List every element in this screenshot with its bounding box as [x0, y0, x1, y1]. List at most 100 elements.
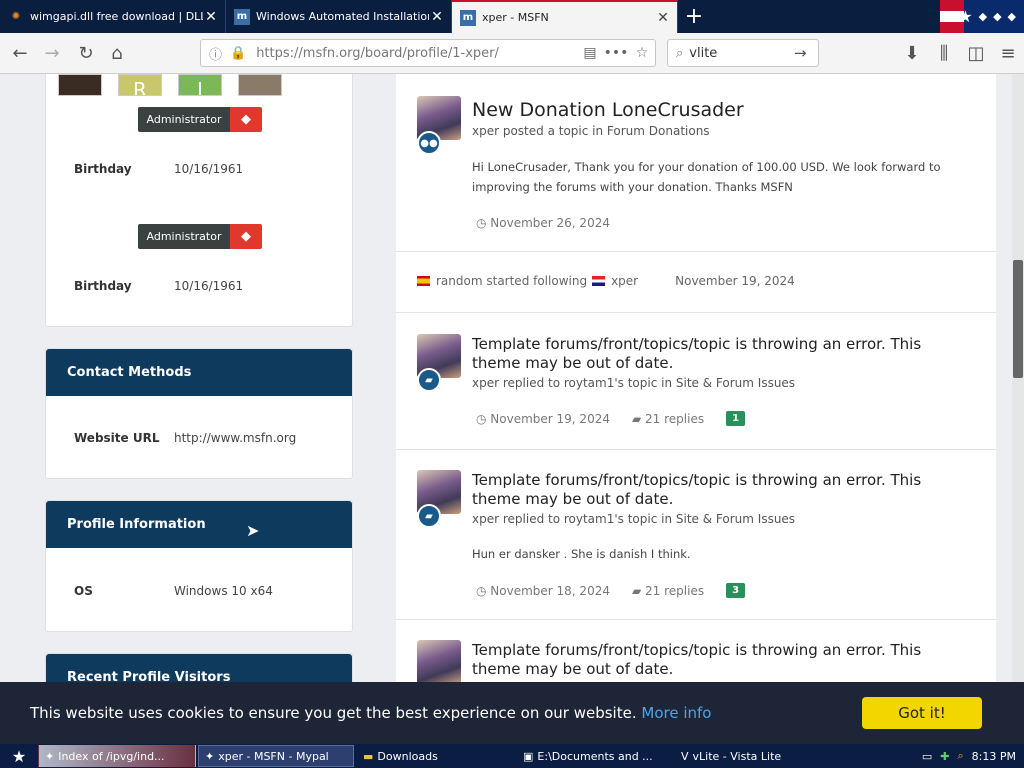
- tab-bar-fill: [710, 0, 940, 33]
- avatar[interactable]: R: [118, 74, 162, 96]
- post-subtitle: xper replied to roytam1's topic in Site …: [472, 376, 796, 390]
- close-icon[interactable]: ✕: [203, 9, 219, 25]
- user-avatar[interactable]: [417, 640, 461, 682]
- post-date: ◷ November 18, 2024: [476, 584, 610, 598]
- url-text[interactable]: https://msfn.org/board/profile/1-xper/: [256, 46, 577, 61]
- card-title: Contact Methods: [46, 349, 352, 396]
- page-actions-icon[interactable]: •••: [603, 45, 629, 61]
- field-label: Website URL: [74, 431, 160, 445]
- follow-target-link[interactable]: xper: [611, 274, 638, 288]
- back-button[interactable]: ←: [4, 37, 36, 69]
- library-button[interactable]: ⫼: [928, 38, 960, 70]
- post-date: ◷ November 26, 2024: [476, 216, 610, 230]
- website-link[interactable]: http://www.msfn.org: [174, 431, 296, 445]
- star-icon: ★: [11, 746, 27, 766]
- post-title-link[interactable]: Template forums/front/topics/topic is th…: [472, 471, 972, 509]
- field-label: Birthday: [74, 162, 132, 176]
- more-info-link[interactable]: More info: [641, 704, 711, 722]
- tab-title: Windows Automated Installation K: [256, 10, 429, 23]
- avatar[interactable]: I: [178, 74, 222, 96]
- home-button[interactable]: ⌂: [101, 37, 133, 69]
- tab-wimgapi[interactable]: ✺ wimgapi.dll free download | DLL-fil ✕: [0, 0, 226, 33]
- mouse-cursor: ➤: [246, 521, 260, 540]
- feed-item-reply: Template forums/front/topics/topic is th…: [396, 620, 996, 682]
- gear-icon: ✺: [11, 11, 21, 22]
- search-value[interactable]: vlite: [689, 46, 794, 61]
- os-row: OS Windows 10 x64: [46, 584, 273, 598]
- card-title: Recent Profile Visitors: [46, 654, 352, 682]
- badge-label: Administrator: [138, 107, 230, 132]
- clock-icon: ◷: [476, 583, 491, 598]
- star-icon: ★: [958, 7, 973, 26]
- croatia-flag-icon: [592, 276, 606, 286]
- taskbar-item[interactable]: ✦ Index of /ipvg/ind...: [38, 745, 196, 767]
- url-bar[interactable]: ⓘ 🔒 https://msfn.org/board/profile/1-xpe…: [200, 39, 656, 67]
- close-icon[interactable]: ✕: [429, 9, 445, 25]
- taskbar-item[interactable]: ▬ Downloads: [356, 745, 514, 767]
- search-go-icon[interactable]: →: [794, 44, 818, 62]
- msfn-icon: m: [460, 9, 476, 26]
- group-badge: Administrator ◆: [138, 107, 262, 132]
- bookmark-star-icon[interactable]: ☆: [629, 45, 655, 61]
- post-title-link[interactable]: Template forums/front/topics/topic is th…: [472, 335, 972, 373]
- nav-bar: ← → ↻ ⌂ ⓘ 🔒 https://msfn.org/board/profi…: [0, 33, 1024, 74]
- search-tray-icon[interactable]: ⌕: [958, 749, 964, 763]
- taskbar-item[interactable]: V vLite - Vista Lite: [674, 745, 834, 767]
- new-tab-button[interactable]: +: [678, 0, 710, 33]
- close-icon[interactable]: ✕: [655, 10, 671, 26]
- tab-title: wimgapi.dll free download | DLL-fil: [30, 10, 203, 23]
- start-button[interactable]: ★: [0, 744, 38, 768]
- clock-icon: ◷: [476, 216, 491, 230]
- clock[interactable]: 8:13 PM: [972, 750, 1016, 763]
- diamond-icon: ◆: [230, 107, 262, 132]
- post-body: Hun er dansker . She is danish I think.: [472, 547, 691, 561]
- lock-icon[interactable]: 🔒: [230, 46, 246, 61]
- post-date: ◷ November 19, 2024: [476, 412, 610, 426]
- scrollbar-thumb[interactable]: [1013, 260, 1023, 378]
- minimize-icon[interactable]: ◆: [979, 10, 987, 23]
- avatar[interactable]: [238, 74, 282, 96]
- sidebar-button[interactable]: ◫: [960, 38, 992, 70]
- birthday-row: Birthday 10/16/1961: [46, 278, 243, 294]
- feed-item-reply: ▰ Template forums/front/topics/topic is …: [396, 450, 996, 620]
- folder-icon: ▬: [363, 749, 374, 763]
- cookie-message: This website uses cookies to ensure you …: [30, 704, 862, 722]
- count-badge: 1: [726, 411, 746, 426]
- home-icon: ⌂: [111, 42, 123, 64]
- taskbar-item[interactable]: ✦ xper - MSFN - Mypal: [198, 745, 354, 767]
- got-it-button[interactable]: Got it!: [862, 697, 982, 729]
- forward-button[interactable]: →: [36, 37, 68, 69]
- network-icon[interactable]: ✚: [940, 750, 949, 763]
- field-label: OS: [74, 584, 93, 598]
- hamburger-icon: ≡: [1000, 43, 1016, 64]
- taskbar-item[interactable]: ▣ E:\Documents and ...: [516, 745, 672, 767]
- post-meta: ◷ November 26, 2024: [476, 216, 610, 230]
- post-subtitle: xper posted a topic in Forum Donations: [472, 124, 710, 138]
- taskbar: ★ ✦ Index of /ipvg/ind... ✦ xper - MSFN …: [0, 744, 1024, 768]
- sidebar-icon: ◫: [967, 43, 985, 64]
- reader-view-icon[interactable]: ▤: [577, 45, 603, 61]
- field-label: Birthday: [74, 279, 132, 293]
- keyboard-icon[interactable]: ▭: [922, 750, 932, 763]
- reload-button[interactable]: ↻: [70, 37, 102, 69]
- post-meta: ◷ November 18, 2024 ▰ 21 replies 3: [476, 583, 746, 598]
- avatar[interactable]: [58, 74, 102, 96]
- replies-text: 21 replies: [645, 583, 705, 598]
- topic-icon: ●●: [417, 131, 441, 155]
- search-input[interactable]: ⌕ vlite →: [667, 39, 819, 67]
- follower-text[interactable]: random started following: [436, 274, 587, 288]
- card-title: Profile Information: [46, 501, 352, 548]
- downloads-button[interactable]: ⬇: [896, 38, 928, 70]
- tab-waik[interactable]: m Windows Automated Installation K ✕: [226, 0, 452, 33]
- close-window-icon[interactable]: ◆: [1008, 10, 1016, 23]
- menu-button[interactable]: ≡: [992, 38, 1024, 70]
- post-title-link[interactable]: Template forums/front/topics/topic is th…: [472, 641, 972, 679]
- maximize-icon[interactable]: ◆: [993, 10, 1001, 23]
- feed-item-follow: random started following xper November 1…: [396, 252, 996, 313]
- post-subtitle: xper replied to roytam1's topic in Site …: [472, 512, 796, 526]
- comment-icon: ▰: [631, 411, 646, 426]
- page-scrollbar[interactable]: [1012, 74, 1024, 682]
- post-title-link[interactable]: New Donation LoneCrusader: [472, 98, 972, 122]
- tab-xper-msfn[interactable]: m xper - MSFN ✕: [452, 0, 678, 33]
- info-icon[interactable]: ⓘ: [209, 44, 222, 63]
